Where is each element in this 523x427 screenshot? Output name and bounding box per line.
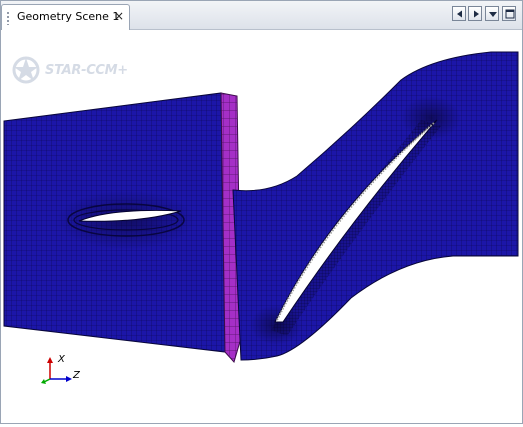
triangle-left-icon [457,10,462,18]
maximize-button[interactable] [502,6,516,21]
star-ccm-logo: STAR-CCM+ [11,54,128,90]
scroll-right-button[interactable] [468,6,482,21]
title-bar: Geometry Scene 1 × [1,1,522,30]
axis-z-label: Z [73,370,80,381]
close-tab-button[interactable]: × [113,9,125,23]
triangle-right-icon [474,10,479,18]
dropdown-button[interactable] [485,6,499,21]
logo-text: STAR-CCM+ [45,63,128,78]
scroll-left-button[interactable] [452,6,466,21]
tab-title: Geometry Scene 1 [17,10,120,23]
maximize-icon [505,9,515,19]
tab-geometry-scene[interactable]: Geometry Scene 1 × [1,4,130,30]
axis-x-label: X [58,354,65,365]
geometry-scene-window: Geometry Scene 1 × STAR-CCM+ X Z [0,0,523,424]
star-logo-icon [12,56,40,84]
mesh-scene [3,51,519,384]
scene-viewport[interactable]: STAR-CCM+ X Z [1,30,522,423]
drag-grip-icon[interactable] [6,11,10,25]
coordinate-triad [41,357,72,384]
triangle-down-icon [489,12,497,17]
